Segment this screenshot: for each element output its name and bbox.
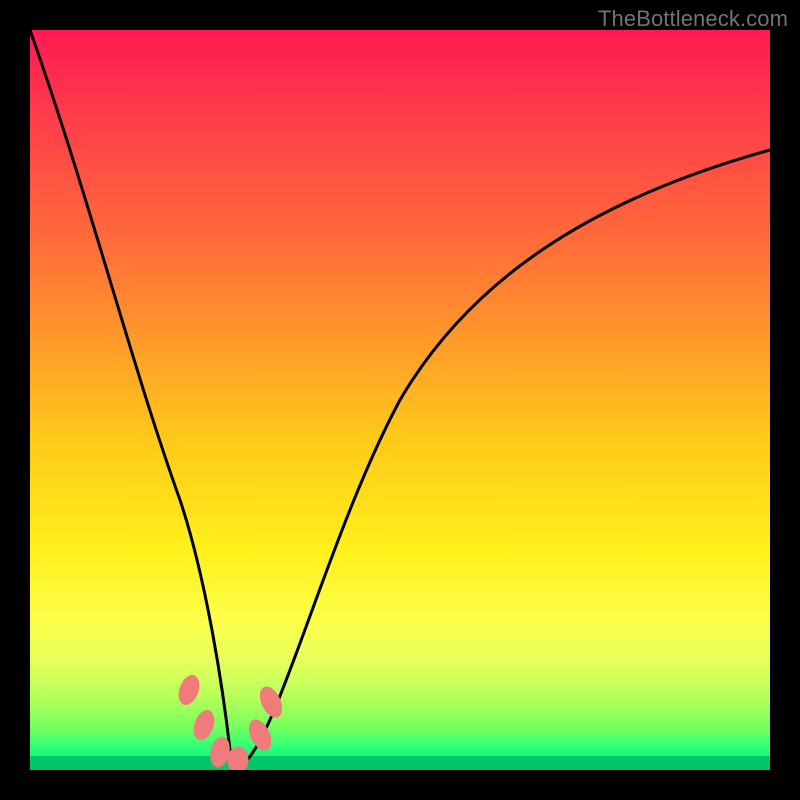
bottleneck-curve [30,30,770,764]
chart-plot-area [30,30,770,770]
chart-svg [30,30,770,770]
watermark-text: TheBottleneck.com [598,6,788,32]
chart-frame: TheBottleneck.com [0,0,800,800]
